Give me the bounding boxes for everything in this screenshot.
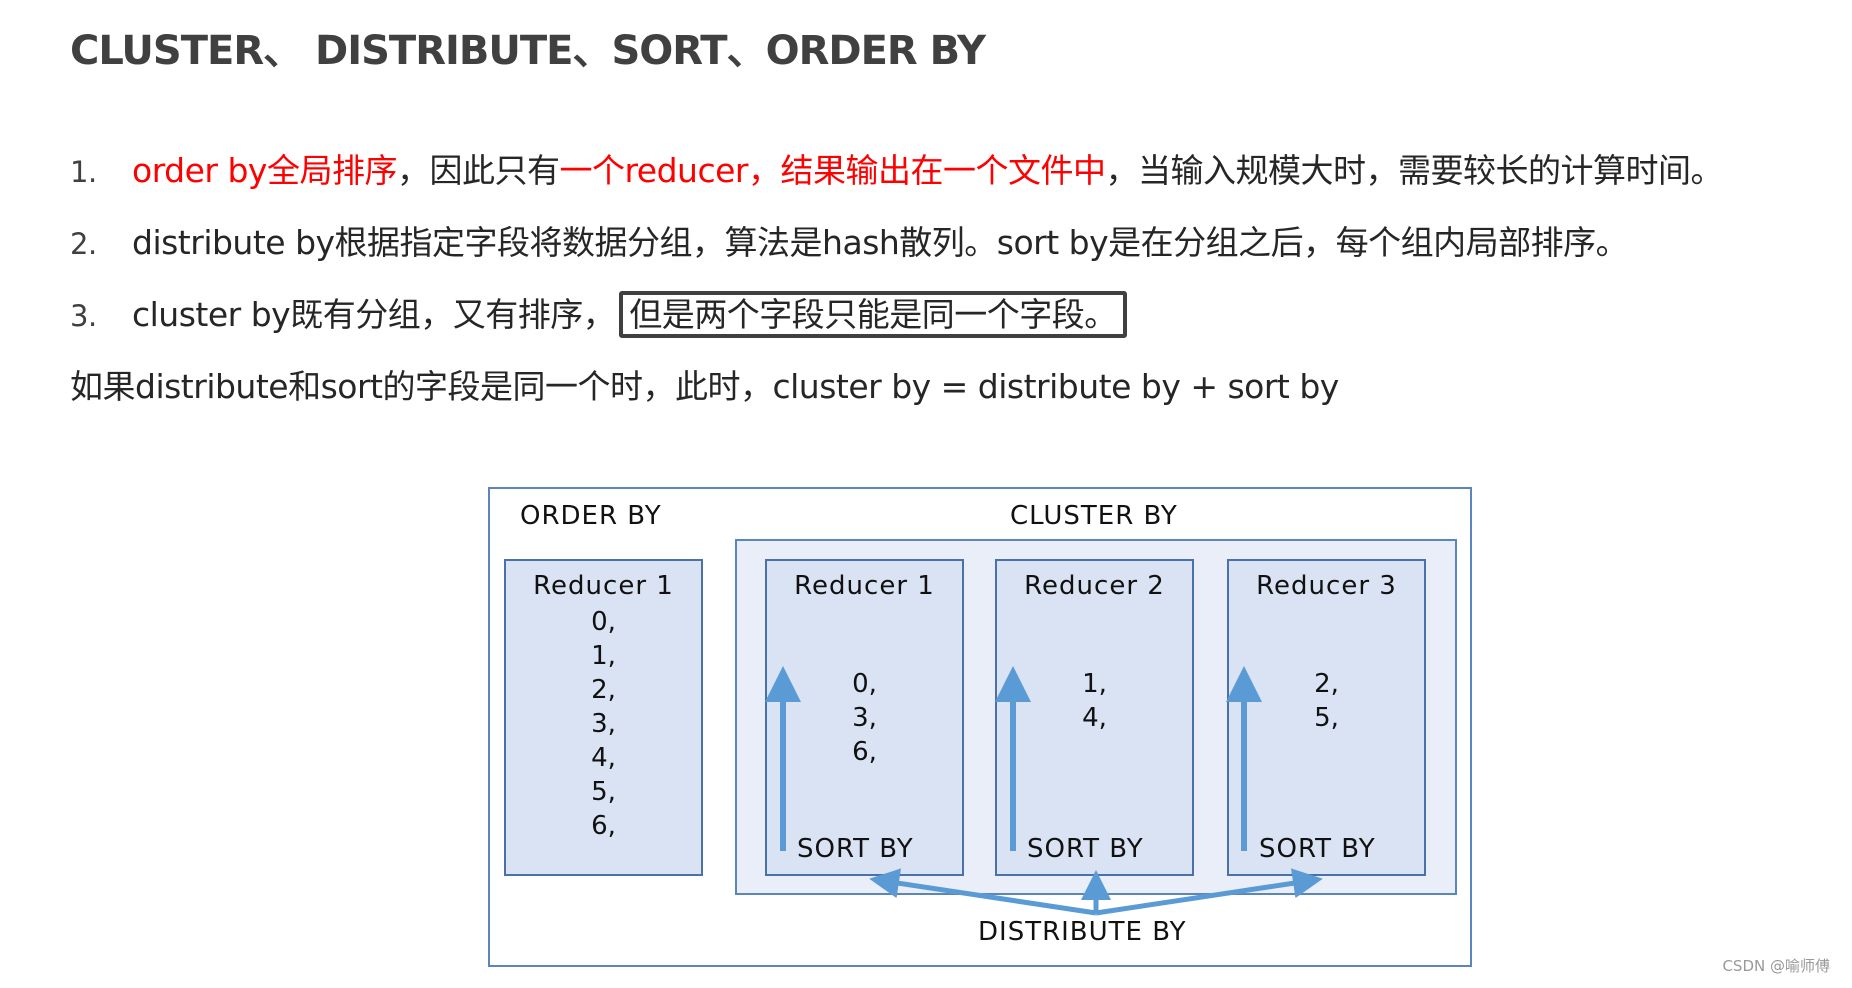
value: 5, xyxy=(1314,703,1339,733)
cluster-reducer-3: Reducer 3 2, 5, SORT BY xyxy=(1227,559,1426,876)
reducer-values: 0, 1, 2, 3, 4, 5, 6, xyxy=(506,605,701,843)
cluster-by-group: Reducer 1 0, 3, 6, SORT BY Reducer 2 1, … xyxy=(735,539,1457,895)
point-number: 1. xyxy=(70,155,97,189)
point-1-segment-2: ，因此只有 xyxy=(396,151,560,190)
point-number: 3. xyxy=(70,299,97,333)
value: 6, xyxy=(852,737,877,767)
order-by-reducer: Reducer 1 0, 1, 2, 3, 4, 5, 6, xyxy=(504,559,703,876)
distribute-by-label: DISTRIBUTE BY xyxy=(978,917,1187,947)
value: 3, xyxy=(591,709,616,739)
reducer-values: 0, 3, 6, xyxy=(767,667,962,769)
reducer-title: Reducer 3 xyxy=(1256,571,1397,601)
reducer-title: Reducer 1 xyxy=(794,571,935,601)
reducer-values: 2, 5, xyxy=(1229,667,1424,735)
point-2: 2. distribute by根据指定字段将数据分组，算法是hash散列。sor… xyxy=(70,216,1629,264)
sort-by-label: SORT BY xyxy=(797,834,914,864)
point-1-segment-4: ，当输入规模大时，需要较长的计算时间。 xyxy=(1105,151,1724,190)
value: 1, xyxy=(1082,669,1107,699)
point-2-text: distribute by根据指定字段将数据分组，算法是hash散列。sort … xyxy=(132,223,1629,262)
sort-by-label: SORT BY xyxy=(1259,834,1376,864)
value: 6, xyxy=(591,811,616,841)
point-3-text: cluster by既有分组，又有排序， xyxy=(132,295,616,334)
point-1-segment-3: 一个reducer，结果输出在一个文件中 xyxy=(559,151,1106,190)
point-3: 3. cluster by既有分组，又有排序， 但是两个字段只能是同一个字段。 xyxy=(70,288,1127,338)
cluster-distribute-sort-diagram: ORDER BY CLUSTER BY Reducer 1 0, 1, 2, 3… xyxy=(488,487,1472,967)
value: 3, xyxy=(852,703,877,733)
sort-by-label: SORT BY xyxy=(1027,834,1144,864)
value: 5, xyxy=(591,777,616,807)
highlighted-text-box: 但是两个字段只能是同一个字段。 xyxy=(619,291,1127,338)
value: 4, xyxy=(1082,703,1107,733)
reducer-title: Reducer 1 xyxy=(533,571,674,601)
value: 1, xyxy=(591,641,616,671)
reducer-title: Reducer 2 xyxy=(1024,571,1165,601)
point-1: 1. order by全局排序，因此只有一个reducer，结果输出在一个文件中，… xyxy=(70,144,1723,192)
summary-note: 如果distribute和sort的字段是同一个时，此时，cluster by … xyxy=(70,367,1339,406)
page-title: CLUSTER、 DISTRIBUTE、SORT、ORDER BY xyxy=(70,28,986,74)
order-by-label: ORDER BY xyxy=(520,501,662,531)
point-number: 2. xyxy=(70,227,97,261)
reducer-values: 1, 4, xyxy=(997,667,1192,735)
cluster-reducer-2: Reducer 2 1, 4, SORT BY xyxy=(995,559,1194,876)
point-1-segment-1: order by全局排序 xyxy=(132,151,397,190)
value: 0, xyxy=(852,669,877,699)
cluster-by-label: CLUSTER BY xyxy=(1010,501,1178,531)
value: 0, xyxy=(591,607,616,637)
value: 2, xyxy=(1314,669,1339,699)
watermark: CSDN @喻师傅 xyxy=(1722,957,1830,975)
value: 2, xyxy=(591,675,616,705)
value: 4, xyxy=(591,743,616,773)
cluster-reducer-1: Reducer 1 0, 3, 6, SORT BY xyxy=(765,559,964,876)
